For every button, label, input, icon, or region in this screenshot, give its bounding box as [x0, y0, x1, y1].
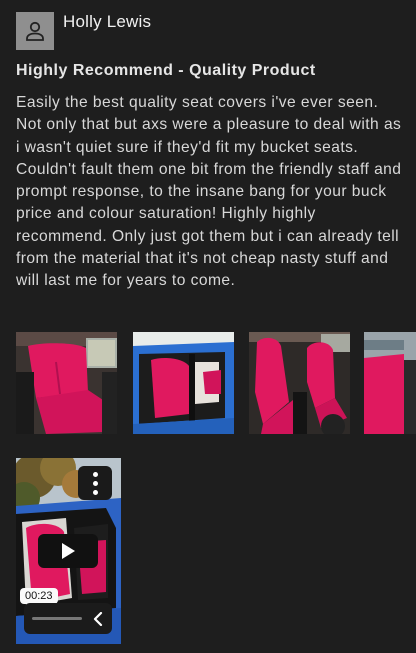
review-photo-3[interactable]: [249, 332, 350, 434]
avatar: [16, 12, 54, 50]
review-photo-4[interactable]: [364, 332, 416, 434]
more-vertical-icon[interactable]: [78, 466, 112, 500]
chevron-left-icon[interactable]: [92, 611, 104, 626]
video-scrubber[interactable]: [32, 617, 82, 620]
play-button[interactable]: [38, 534, 98, 568]
review-video[interactable]: 00:23: [16, 458, 121, 644]
user-icon: [26, 21, 44, 41]
review-title: Highly Recommend - Quality Product: [16, 62, 316, 79]
video-controls: [24, 603, 112, 634]
video-duration: 00:23: [20, 588, 58, 604]
review-author: Holly Lewis: [63, 12, 152, 31]
review-photo-2[interactable]: [133, 332, 234, 434]
review-body: Easily the best quality seat covers i've…: [16, 94, 402, 290]
play-icon: [62, 543, 75, 559]
photo-gallery: [16, 332, 416, 436]
review-photo-1[interactable]: [16, 332, 117, 434]
